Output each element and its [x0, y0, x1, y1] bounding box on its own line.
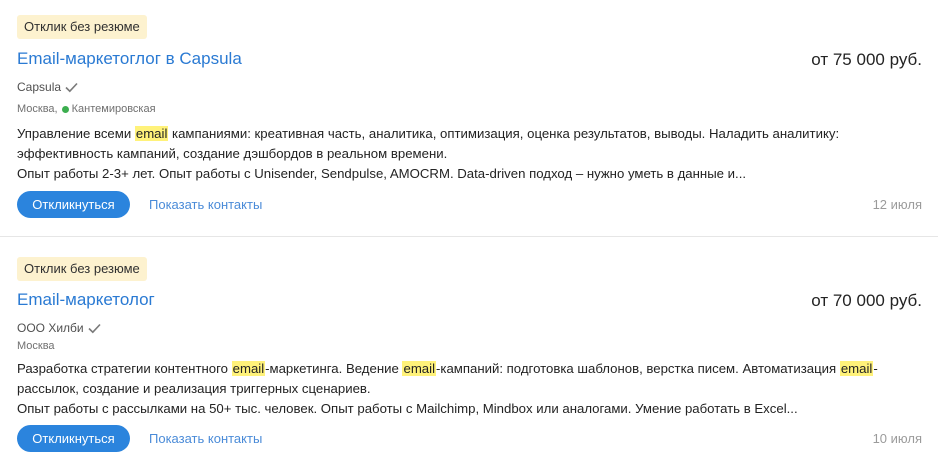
- publish-date: 12 июля: [872, 197, 922, 212]
- search-highlight: email: [839, 361, 874, 376]
- show-contacts-link[interactable]: Показать контакты: [149, 431, 262, 446]
- company: ООО Хилби: [17, 321, 101, 335]
- checkmark-icon: [88, 323, 101, 333]
- desc-line: Разработка стратегии контентного email-м…: [17, 359, 878, 379]
- desc-line: эффективность кампаний, создание дэшборд…: [17, 146, 448, 161]
- search-highlight: email: [231, 361, 266, 376]
- vacancy-description: Разработка стратегии контентного email-м…: [17, 359, 878, 419]
- search-highlight: email: [134, 126, 169, 141]
- location: Москва: [17, 340, 55, 352]
- checkmark-icon: [65, 82, 78, 92]
- desc-text: -: [873, 361, 878, 376]
- vacancy-title-link[interactable]: Email-маркетоглог в Capsula: [17, 49, 242, 69]
- metro-dot-icon: [61, 105, 69, 113]
- company-name-link[interactable]: Capsula: [17, 80, 61, 94]
- no-resume-badge: Отклик без резюме: [17, 15, 147, 39]
- desc-text: -маркетинга. Ведение: [265, 361, 403, 376]
- company: Capsula: [17, 80, 78, 94]
- vacancy-title-link[interactable]: Email-маркетолог: [17, 290, 155, 310]
- desc-text: Разработка стратегии контентного: [17, 361, 232, 376]
- desc-text: кампаниями: креативная часть, аналитика,…: [168, 126, 840, 141]
- city: Москва,: [17, 103, 58, 115]
- desc-text: -кампаний: подготовка шаблонов, верстка …: [436, 361, 840, 376]
- city: Москва: [17, 340, 55, 352]
- vacancy-card: Отклик без резюме Email-маркетолог от 70…: [0, 237, 938, 456]
- vacancy-description: Управление всеми email кампаниями: креат…: [17, 124, 878, 184]
- vacancy-card: Отклик без резюме Email-маркетоглог в Ca…: [0, 0, 938, 237]
- desc-line: Управление всеми email кампаниями: креат…: [17, 124, 878, 144]
- publish-date: 10 июля: [872, 431, 922, 446]
- salary: от 70 000 руб.: [811, 291, 922, 310]
- apply-button[interactable]: Откликнуться: [17, 425, 130, 452]
- location: Москва, Кантемировская: [17, 103, 156, 115]
- desc-text: Управление всеми: [17, 126, 135, 141]
- apply-button[interactable]: Откликнуться: [17, 191, 130, 218]
- desc-line: Опыт работы с рассылками на 50+ тыс. чел…: [17, 401, 798, 416]
- show-contacts-link[interactable]: Показать контакты: [149, 197, 262, 212]
- company-name-link[interactable]: ООО Хилби: [17, 321, 84, 335]
- no-resume-badge: Отклик без резюме: [17, 257, 147, 281]
- desc-line: Опыт работы 2-3+ лет. Опыт работы с Unis…: [17, 166, 747, 181]
- salary: от 75 000 руб.: [811, 50, 922, 69]
- desc-line: рассылок, создание и реализация триггерн…: [17, 381, 371, 396]
- search-highlight: email: [402, 361, 436, 376]
- metro-station: Кантемировская: [71, 103, 156, 115]
